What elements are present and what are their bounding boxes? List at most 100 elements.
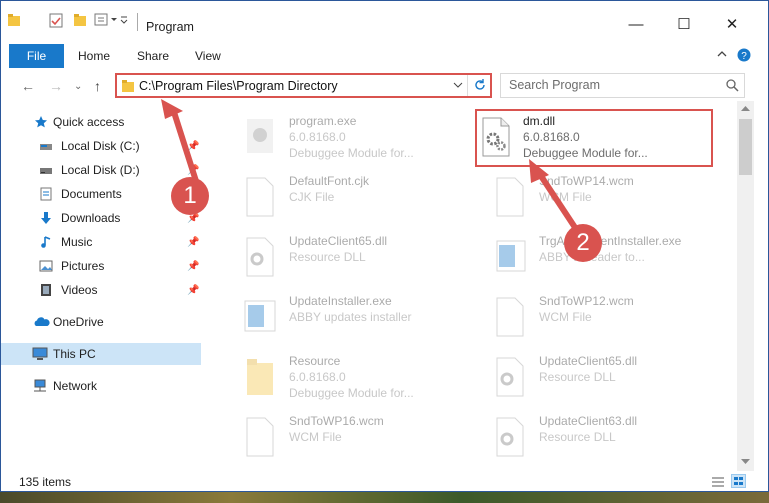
drive-icon [39,163,53,177]
expand-ribbon-icon[interactable] [716,48,728,60]
nav-label: OneDrive [53,315,104,329]
vertical-scrollbar[interactable] [737,101,754,471]
file-name: UpdateClient65.dll [539,354,638,368]
folder-icon [243,355,277,399]
file-version: 6.0.8168.0 [289,130,346,144]
videos-icon [39,283,53,297]
explorer-window: Program — ☐ ✕ File Home Share View ? ← →… [0,0,769,492]
file-item[interactable]: UpdateInstaller.exe ABBY updates install… [225,289,465,341]
file-name: SndToWP14.wcm [539,174,634,188]
file-item[interactable]: UpdateClient65.dll Resource DLL [225,229,465,281]
nav-label: Videos [61,283,98,297]
file-name: Resource [289,354,341,368]
new-folder-icon[interactable] [73,13,87,29]
up-arrow-icon[interactable]: ↑ [94,78,101,94]
nav-label: Downloads [61,211,121,225]
nav-item-network[interactable]: Network [1,375,201,397]
file-icon [493,175,527,219]
desktop-background [0,492,769,503]
file-item[interactable]: SndToWP16.wcm WCM File [225,409,465,461]
nav-label: Music [61,235,93,249]
tab-share[interactable]: Share [137,49,169,63]
address-path: C:\Program Files\Program Directory [139,79,338,93]
nav-item-local-disk-c[interactable]: Local Disk (C:) 📌 [1,135,201,157]
tab-home[interactable]: Home [78,49,110,63]
scroll-up-icon[interactable] [741,105,750,111]
folder-icon [121,79,135,93]
forward-arrow-icon[interactable]: → [49,78,63,94]
nav-item-music[interactable]: Music 📌 [1,231,201,253]
nav-item-videos[interactable]: Videos 📌 [1,279,201,301]
nav-label: Documents [61,187,122,201]
file-type: WCM File [539,190,592,204]
nav-item-onedrive[interactable]: OneDrive [1,311,201,333]
recent-chevron-icon[interactable]: ⌄ [74,81,82,92]
search-input[interactable]: Search Program [500,73,745,98]
nav-label: This PC [53,347,96,361]
ribbon-tabs: File Home Share View ? [1,44,768,68]
tiles-view-icon[interactable] [731,474,746,488]
file-item[interactable]: SndToWP12.wcm WCM File [475,289,715,341]
tab-file[interactable]: File [9,44,64,68]
nav-item-downloads[interactable]: Downloads 📌 [1,207,201,229]
dm-dll-highlight [475,109,713,167]
file-description: Debuggee Module for... [289,146,414,160]
file-name: SndToWP12.wcm [539,294,634,308]
properties-icon[interactable] [49,13,63,29]
title-separator [137,13,138,31]
exe-icon [243,115,277,159]
nav-item-this-pc[interactable]: This PC [1,343,201,365]
refresh-icon[interactable] [473,78,487,92]
file-type: WCM File [539,310,592,324]
nav-label: Network [53,379,98,393]
pin-icon: 📌 [187,284,200,296]
file-item[interactable]: UpdateClient65.dll Resource DLL [475,349,715,401]
file-item[interactable]: program.exe 6.0.8168.0 Debuggee Module f… [225,109,465,161]
file-name: UpdateClient63.dll [539,414,638,428]
nav-item-local-disk-d[interactable]: Local Disk (D:) 📌 [1,159,201,181]
scroll-down-icon[interactable] [741,459,750,465]
pin-icon: 📌 [187,236,200,248]
file-name: DefaultFont.cjk [289,174,370,188]
file-icon [243,175,277,219]
file-type: WCM File [289,430,342,444]
file-item[interactable]: SndToWP14.wcm WCM File [475,169,715,221]
file-name: UpdateClient65.dll [289,234,388,248]
address-bar[interactable]: C:\Program Files\Program Directory [115,73,492,98]
help-icon[interactable]: ? [737,48,751,62]
address-dropdown-icon[interactable] [453,78,463,92]
file-name: SndToWP16.wcm [289,414,384,428]
file-icon [493,295,527,339]
scrollbar-thumb[interactable] [739,119,752,175]
close-button[interactable]: ✕ [709,9,755,39]
file-type: CJK File [289,190,335,204]
downloads-icon [39,211,53,225]
onedrive-icon [34,315,50,329]
nav-item-quick-access[interactable]: Quick access [1,111,201,133]
star-icon [34,115,48,129]
nav-item-pictures[interactable]: Pictures 📌 [1,255,201,277]
callout-1: 1 [171,177,209,215]
minimize-button[interactable]: — [613,9,659,39]
file-item[interactable]: DefaultFont.cjk CJK File [225,169,465,221]
file-name: UpdateInstaller.exe [289,294,392,308]
nav-label: Local Disk (D:) [61,163,140,177]
music-icon [39,235,53,249]
network-icon [32,379,46,393]
nav-label: Pictures [61,259,105,273]
customize-icon[interactable] [94,13,128,29]
file-item[interactable]: UpdateClient63.dll Resource DLL [475,409,715,461]
callout-2: 2 [564,224,602,262]
search-placeholder: Search Program [509,78,601,92]
maximize-button[interactable]: ☐ [661,9,707,39]
tab-view[interactable]: View [195,49,221,63]
pin-icon: 📌 [187,260,200,272]
back-arrow-icon[interactable]: ← [21,78,35,94]
folder-icon [7,13,21,29]
file-item[interactable]: Resource 6.0.8168.0 Debuggee Module for.… [225,349,465,401]
file-type: Resource DLL [539,430,616,444]
pc-icon [32,347,48,361]
file-version: 6.0.8168.0 [289,370,346,384]
exe-icon [243,295,277,339]
details-view-icon[interactable] [711,476,725,488]
